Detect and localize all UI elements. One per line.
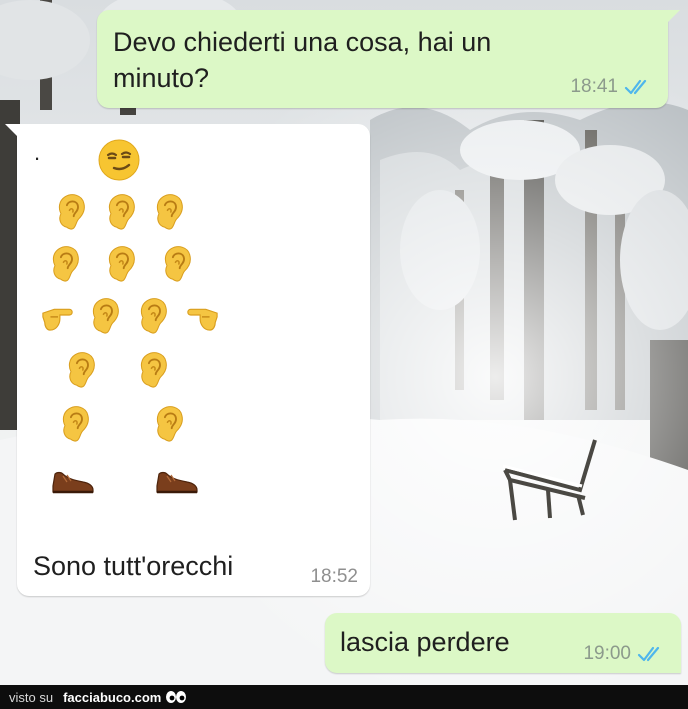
backhand-index-pointing-right-icon (42, 308, 73, 331)
bubble-tail (666, 10, 680, 24)
message-text: Sono tutt'orecchi (33, 551, 234, 581)
ear-icon (164, 246, 191, 282)
ear-icon (108, 246, 135, 282)
watermark-brand: facciabuco.com (63, 689, 162, 705)
read-ticks-icon (624, 79, 647, 95)
message-meta: 18:52 (310, 566, 358, 588)
read-ticks-icon (637, 646, 660, 662)
message-time: 18:41 (570, 76, 618, 97)
backhand-index-pointing-left-icon (187, 308, 218, 331)
watermark-bar: visto su facciabuco.com (0, 685, 688, 709)
message-bubble-outgoing[interactable]: Devo chiederti una cosa, hai un minuto? … (97, 10, 680, 108)
message-text: lascia perdere (340, 627, 510, 657)
ear-icon (62, 406, 89, 442)
mans-shoe-icon (156, 471, 198, 494)
message-time: 18:52 (310, 566, 358, 587)
message-text: Devo chiederti una cosa, hai un minuto? (113, 27, 492, 93)
ear-icon (68, 352, 95, 388)
ear-icon (58, 194, 85, 230)
eyes-icon (166, 691, 187, 703)
smirking-face-icon (98, 139, 140, 181)
watermark-prefix: visto su (9, 689, 54, 705)
message-time: 19:00 (583, 643, 631, 664)
ear-icon (156, 194, 183, 230)
message-bubble-outgoing[interactable]: lascia perdere 19:00 (325, 613, 681, 673)
message-meta: 18:41 (570, 76, 654, 98)
bubble-tail (5, 124, 19, 138)
mans-shoe-icon (52, 471, 94, 494)
message-bubble-incoming[interactable]: . Sono tutt'orecchi 18:52 (5, 124, 370, 596)
ear-icon (156, 406, 183, 442)
message-dot: . (34, 140, 41, 165)
message-meta: 19:00 (583, 643, 667, 665)
ear-icon (108, 194, 135, 230)
ear-icon (92, 298, 119, 334)
ear-icon (140, 352, 167, 388)
ear-icon (140, 298, 167, 334)
ear-icon (52, 246, 79, 282)
